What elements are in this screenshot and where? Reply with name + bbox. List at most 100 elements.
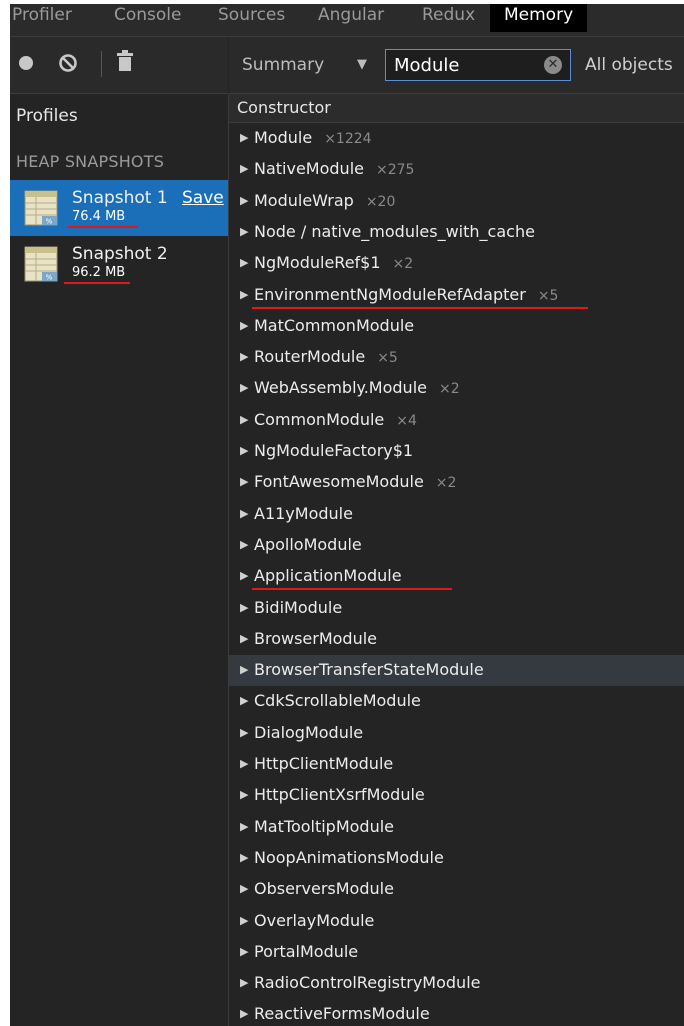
constructor-name: RadioControlRegistryModule xyxy=(254,973,492,992)
snapshot-size: 96.2 MB xyxy=(72,265,126,280)
table-row[interactable]: ▶ NgModuleRef$1 ×2 xyxy=(229,248,684,279)
table-row[interactable]: ▶ ReactiveFormsModule xyxy=(229,999,684,1026)
tab-sources[interactable]: Sources xyxy=(218,4,285,32)
expand-triangle-icon[interactable]: ▶ xyxy=(240,256,248,269)
class-filter-box[interactable]: ✕ xyxy=(385,49,571,81)
table-row[interactable]: ▶ BrowserModule xyxy=(229,624,684,655)
expand-triangle-icon[interactable]: ▶ xyxy=(240,1007,248,1020)
table-row[interactable]: ▶ DialogModule xyxy=(229,718,684,749)
view-select[interactable]: Summary xyxy=(242,55,324,75)
constructor-name: ApolloModule xyxy=(254,535,374,554)
table-row[interactable]: ▶ PortalModule xyxy=(229,937,684,968)
annotation-underline xyxy=(252,588,452,590)
table-header: Constructor xyxy=(229,94,684,123)
clear-icon[interactable] xyxy=(58,53,78,73)
constructor-name: BrowserTransferStateModule xyxy=(254,660,496,679)
expand-triangle-icon[interactable]: ▶ xyxy=(240,319,248,332)
class-filter-input[interactable] xyxy=(394,53,534,77)
expand-triangle-icon[interactable]: ▶ xyxy=(240,601,248,614)
snapshot-item-2[interactable]: % Snapshot 2 96.2 MB xyxy=(10,236,228,292)
table-row[interactable]: ▶ RadioControlRegistryModule xyxy=(229,968,684,999)
expand-triangle-icon[interactable]: ▶ xyxy=(240,194,248,207)
table-row[interactable]: ▶ WebAssembly.Module ×2 xyxy=(229,373,684,404)
table-row[interactable]: ▶ HttpClientModule xyxy=(229,749,684,780)
constructor-name: DialogModule xyxy=(254,723,375,742)
table-row[interactable]: ▶ ModuleWrap ×20 xyxy=(229,186,684,217)
table-row[interactable]: ▶ OverlayModule xyxy=(229,906,684,937)
record-icon[interactable] xyxy=(18,55,34,71)
expand-triangle-icon[interactable]: ▶ xyxy=(240,632,248,645)
constructor-name: ApplicationModule xyxy=(254,566,414,585)
table-row[interactable]: ▶ CdkScrollableModule xyxy=(229,686,684,717)
expand-triangle-icon[interactable]: ▶ xyxy=(240,945,248,958)
table-row[interactable]: ▶ BidiModule xyxy=(229,593,684,624)
constructor-label: ReactiveFormsModule xyxy=(254,1004,430,1023)
expand-triangle-icon[interactable]: ▶ xyxy=(240,726,248,739)
expand-triangle-icon[interactable]: ▶ xyxy=(240,381,248,394)
expand-triangle-icon[interactable]: ▶ xyxy=(240,694,248,707)
snapshot-size: 76.4 MB xyxy=(72,209,126,224)
snapshot-name: Snapshot 1 xyxy=(72,188,168,208)
instance-count: ×2 xyxy=(438,381,460,397)
objects-select[interactable]: All objects xyxy=(585,55,673,75)
tab-redux[interactable]: Redux xyxy=(422,4,475,32)
expand-triangle-icon[interactable]: ▶ xyxy=(240,350,248,363)
expand-triangle-icon[interactable]: ▶ xyxy=(240,475,248,488)
constructor-name: ModuleWrap ×20 xyxy=(254,191,395,210)
column-constructor[interactable]: Constructor xyxy=(237,98,331,117)
table-row[interactable]: ▶ MatCommonModule xyxy=(229,311,684,342)
table-row[interactable]: ▶ CommonModule ×4 xyxy=(229,405,684,436)
constructor-label: ApplicationModule xyxy=(254,566,402,585)
constructor-name: BrowserModule xyxy=(254,629,389,648)
expand-triangle-icon[interactable]: ▶ xyxy=(240,162,248,175)
expand-triangle-icon[interactable]: ▶ xyxy=(240,507,248,520)
tab-profiler[interactable]: Profiler xyxy=(12,4,72,32)
constructor-label: HttpClientXsrfModule xyxy=(254,785,425,804)
expand-triangle-icon[interactable]: ▶ xyxy=(240,757,248,770)
constructor-name: EnvironmentNgModuleRefAdapter ×5 xyxy=(254,285,558,304)
expand-triangle-icon[interactable]: ▶ xyxy=(240,413,248,426)
clear-filter-icon[interactable]: ✕ xyxy=(544,56,562,74)
dropdown-arrow-icon[interactable]: ▼ xyxy=(357,57,367,72)
delete-icon[interactable] xyxy=(116,49,134,73)
expand-triangle-icon[interactable]: ▶ xyxy=(240,131,248,144)
constructor-label: ModuleWrap xyxy=(254,191,354,210)
constructor-label: Node / native_modules_with_cache xyxy=(254,222,535,241)
constructor-label: Module xyxy=(254,128,313,147)
expand-triangle-icon[interactable]: ▶ xyxy=(240,820,248,833)
expand-triangle-icon[interactable]: ▶ xyxy=(240,444,248,457)
expand-triangle-icon[interactable]: ▶ xyxy=(240,976,248,989)
table-row[interactable]: ▶ Node / native_modules_with_cache xyxy=(229,217,684,248)
table-row[interactable]: ▶ NgModuleFactory$1 xyxy=(229,436,684,467)
tab-console[interactable]: Console xyxy=(114,4,182,32)
expand-triangle-icon[interactable]: ▶ xyxy=(240,663,248,676)
table-row[interactable]: ▶ MatTooltipModule xyxy=(229,812,684,843)
table-row[interactable]: ▶ ApolloModule xyxy=(229,530,684,561)
constructor-name: WebAssembly.Module ×2 xyxy=(254,378,460,397)
expand-triangle-icon[interactable]: ▶ xyxy=(240,851,248,864)
constructor-label: WebAssembly.Module xyxy=(254,378,427,397)
constructor-list: ▶ Module ×1224 ▶ NativeModule ×275 ▶ ModuleWrap… xyxy=(229,123,684,1026)
table-row[interactable]: ▶ RouterModule ×5 xyxy=(229,342,684,373)
table-row[interactable]: ▶ A11yModule xyxy=(229,499,684,530)
tab-memory[interactable]: Memory xyxy=(490,4,588,32)
expand-triangle-icon[interactable]: ▶ xyxy=(240,914,248,927)
expand-triangle-icon[interactable]: ▶ xyxy=(240,288,248,301)
snapshot-item-1[interactable]: % Snapshot 1 76.4 MB Save xyxy=(10,180,228,236)
tab-angular[interactable]: Angular xyxy=(318,4,384,32)
table-row[interactable]: ▶ HttpClientXsrfModule xyxy=(229,780,684,811)
expand-triangle-icon[interactable]: ▶ xyxy=(240,538,248,551)
table-row[interactable]: ▶ NoopAnimationsModule xyxy=(229,843,684,874)
expand-triangle-icon[interactable]: ▶ xyxy=(240,569,248,582)
table-row[interactable]: ▶ FontAwesomeModule ×2 xyxy=(229,467,684,498)
expand-triangle-icon[interactable]: ▶ xyxy=(240,225,248,238)
constructor-name: NoopAnimationsModule xyxy=(254,848,456,867)
constructor-label: BidiModule xyxy=(254,598,343,617)
save-snapshot-link[interactable]: Save xyxy=(182,188,224,208)
expand-triangle-icon[interactable]: ▶ xyxy=(240,788,248,801)
expand-triangle-icon[interactable]: ▶ xyxy=(240,882,248,895)
table-row[interactable]: ▶ ObserversModule xyxy=(229,874,684,905)
table-row[interactable]: ▶ BrowserTransferStateModule xyxy=(229,655,684,686)
table-row[interactable]: ▶ NativeModule ×275 xyxy=(229,154,684,185)
table-row[interactable]: ▶ Module ×1224 xyxy=(229,123,684,154)
